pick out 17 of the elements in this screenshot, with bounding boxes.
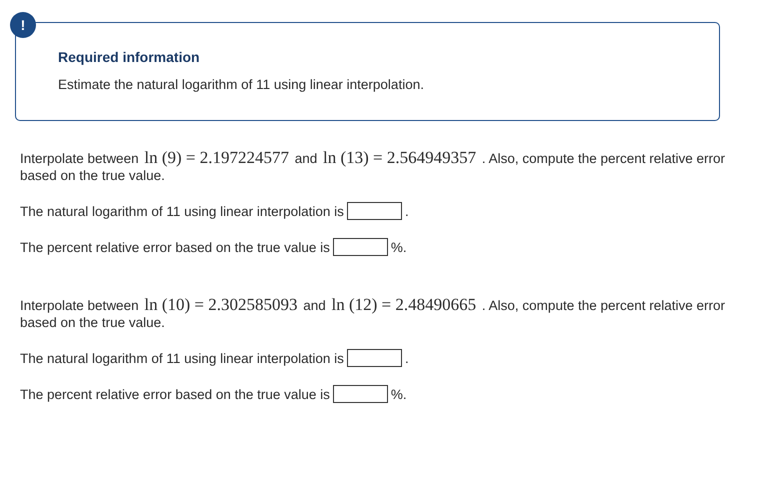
- answer-suffix: %.: [390, 386, 407, 402]
- alert-badge: !: [10, 12, 36, 38]
- question-label: The percent relative error based on the true value is: [20, 386, 330, 402]
- answer-suffix: .: [404, 204, 409, 218]
- problem-text: Interpolate between ln (9) = 2.197224577 and ln (13) = 2.564949357 . Also, compute the percent relative error based on the true value.: [20, 149, 726, 184]
- alert-text: Estimate the natural logarithm of 11 using linear interpolation.: [58, 77, 425, 92]
- answer-field[interactable]: [332, 238, 388, 256]
- answer-suffix: .: [404, 350, 409, 366]
- question-label: The natural logarithm of 11 using linear interpolation is: [20, 204, 344, 218]
- answer-field[interactable]: [346, 349, 402, 367]
- alert-title: Required information: [58, 49, 201, 65]
- question-label: The percent relative error based on the true value is: [20, 240, 330, 254]
- answer-field[interactable]: [332, 385, 388, 403]
- answer-suffix: %.: [390, 240, 407, 254]
- question-label: The natural logarithm of 11 using linear interpolation is: [20, 350, 344, 366]
- answer-field[interactable]: [346, 202, 402, 220]
- problem-text: Interpolate between ln (10) = 2.302585093 and ln (12) = 2.48490665 . Also, compute the percent relative error based on the true value.: [20, 296, 726, 331]
